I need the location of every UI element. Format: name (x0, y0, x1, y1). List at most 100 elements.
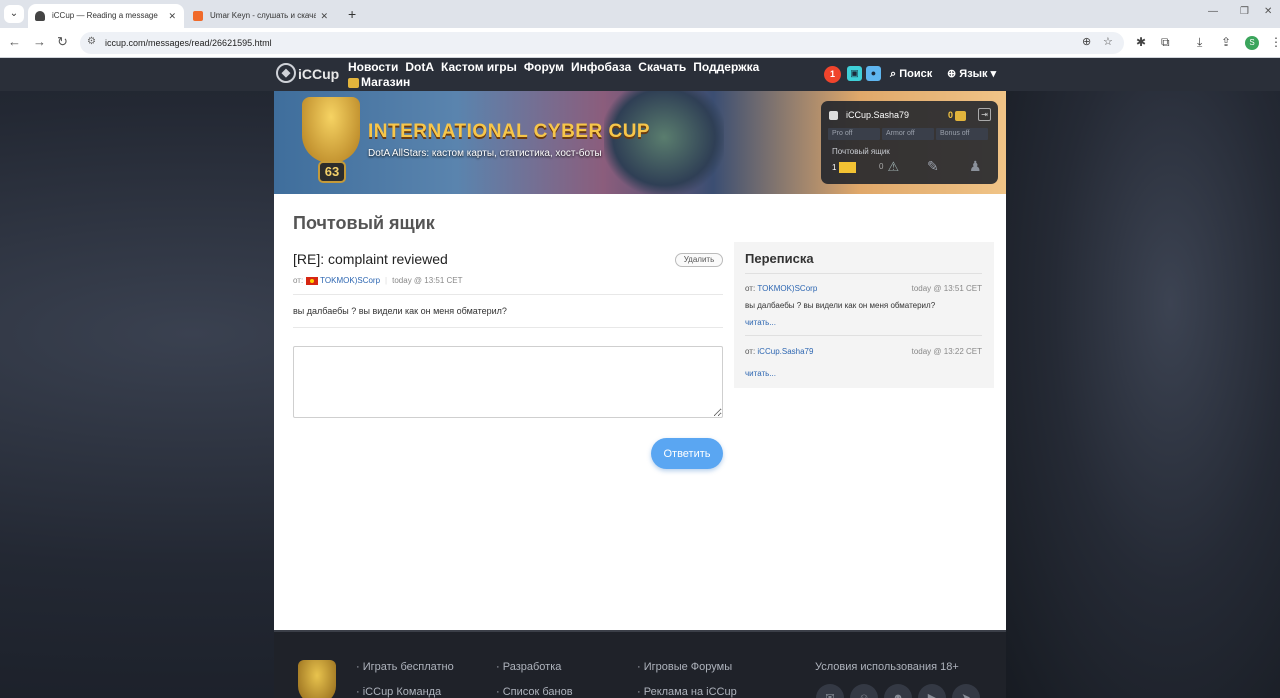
conversation-item: от: TOKMOK)SCorp today @ 13:51 CET вы да… (745, 284, 982, 332)
twitch-icon[interactable]: ▣ (847, 66, 862, 81)
tab-title: Umar Keyn - слушать и скачать (210, 11, 316, 20)
conversation-sidebar: Переписка от: TOKMOK)SCorp today @ 13:51… (734, 242, 994, 388)
user-avatar[interactable] (829, 111, 838, 120)
divider (745, 273, 982, 274)
sender-link[interactable]: TOKMOK)SCorp (320, 276, 380, 285)
footer-link[interactable]: · Список банов (496, 686, 573, 698)
user-name[interactable]: iCCup.Sasha79 (846, 110, 909, 120)
footer-link[interactable]: · iCCup Команда (356, 686, 441, 698)
stat-armor[interactable]: Armor off (882, 128, 934, 140)
footer-trophy-icon (298, 660, 336, 698)
delete-button[interactable]: Удалить (675, 253, 723, 267)
reload-icon[interactable]: ↻ (57, 34, 68, 50)
nav-download[interactable]: Скачать (638, 60, 686, 75)
divider (293, 327, 723, 328)
footer-link[interactable]: · Игровые Форумы (637, 661, 732, 673)
mail-counter[interactable]: 1 (832, 162, 857, 174)
wrench-icon[interactable]: ✎ (927, 158, 939, 175)
site-info-icon[interactable]: ⚙ (87, 36, 96, 47)
message-meta: от: TOKMOK)SCorp | today @ 13:51 CET (293, 276, 463, 285)
reply-textarea[interactable] (293, 346, 723, 418)
nav-news[interactable]: Новости (348, 60, 398, 75)
user-panel: iCCup.Sasha79 0 ⇥ Pro off Armor off Bonu… (821, 101, 998, 184)
minimize-icon[interactable]: — (1208, 6, 1218, 17)
nav-support[interactable]: Поддержка (693, 60, 759, 75)
browser-tab-bar: ⌄ iCCup — Reading a message fr ✕ Umar Ke… (0, 0, 1280, 28)
url-text[interactable]: iccup.com/messages/read/26621595.html (105, 32, 272, 54)
read-link[interactable]: читать... (745, 318, 776, 327)
bookmark-star-icon[interactable]: ☆ (1103, 35, 1113, 48)
puzzle-icon[interactable]: ⧉ (1161, 35, 1170, 50)
trophy-icon (302, 97, 360, 163)
download-icon[interactable]: ⤓ (1197, 35, 1202, 50)
nav-infobase[interactable]: Инфобаза (571, 60, 631, 75)
window-close-icon[interactable]: ✕ (1264, 6, 1272, 17)
sidebar-title: Переписка (745, 251, 814, 266)
reply-button[interactable]: Ответить (651, 438, 723, 469)
close-icon[interactable]: ✕ (168, 4, 176, 28)
read-link[interactable]: читать... (745, 369, 776, 378)
browser-tab-active[interactable]: iCCup — Reading a message fr ✕ (28, 4, 184, 28)
footer-link[interactable]: · Разработка (496, 661, 561, 673)
maximize-icon[interactable]: ❐ (1240, 6, 1249, 17)
omnibox[interactable]: ⚙ iccup.com/messages/read/26621595.html … (80, 32, 1124, 54)
profile-icon[interactable]: ● (866, 66, 881, 81)
person-icon[interactable]: ♟ (969, 158, 982, 175)
mailbox-label[interactable]: Почтовый ящик (832, 147, 890, 156)
vk-icon[interactable]: ✉ (816, 684, 844, 698)
terms-of-use[interactable]: Условия использования 18+ (815, 661, 959, 673)
footer-link[interactable]: · Играть бесплатно (356, 661, 454, 673)
discord-icon[interactable]: ☺ (850, 684, 878, 698)
logout-icon[interactable]: ⇥ (978, 108, 991, 121)
new-tab-icon[interactable]: + (348, 5, 356, 23)
globe-icon: ⊕ (947, 68, 957, 80)
conversation-from: от: TOKMOK)SCorp (745, 284, 818, 293)
address-bar: ← → ↻ ⚙ iccup.com/messages/read/26621595… (0, 28, 1280, 58)
notification-badge[interactable]: 1 (824, 66, 841, 83)
warnings-counter[interactable]: 0 ⚠ (879, 159, 899, 175)
logo-text: iCCup (298, 66, 340, 82)
browser-tab-inactive[interactable]: Umar Keyn - слушать и скачать ✕ (186, 4, 336, 28)
site-nav: ◆ iCCup Новости DotA Кастом игры Форум Инфоб… (0, 58, 1280, 91)
warning-icon: ⚠ (887, 159, 900, 174)
discord-alt-icon[interactable]: ☻ (884, 684, 912, 698)
shop-icon (348, 77, 359, 88)
menu-dots-icon[interactable]: ⋮ (1270, 35, 1280, 49)
chevron-down-icon: ▾ (990, 68, 997, 80)
iccup-favicon-icon (35, 11, 45, 21)
nav-custom[interactable]: Кастом игры (441, 60, 517, 75)
nav-shop[interactable]: Магазин (348, 75, 410, 90)
extension-icon[interactable]: ✱ (1136, 35, 1146, 49)
nav-dota[interactable]: DotA (405, 60, 434, 75)
tab-title: iCCup — Reading a message fr (52, 11, 158, 20)
mail-icon (839, 162, 857, 174)
nav-search[interactable]: ⌕ Поиск (890, 66, 932, 82)
back-icon[interactable]: ← (8, 34, 21, 50)
site-logo[interactable]: ◆ iCCup (276, 63, 339, 85)
footer-link[interactable]: · Реклама на iCCup (637, 686, 737, 698)
gold-balance[interactable]: 0 (948, 110, 967, 121)
share-icon[interactable]: ⇪ (1221, 35, 1231, 49)
nav-shop-label: Магазин (361, 75, 411, 89)
forward-icon[interactable]: → (33, 34, 46, 50)
youtube-icon[interactable]: ▶ (918, 684, 946, 698)
message-body: вы далбаебы ? вы видели как он меня обма… (293, 306, 507, 316)
gold-icon (955, 110, 967, 121)
stat-pro[interactable]: Pro off (828, 128, 880, 140)
tab-search-button[interactable]: ⌄ (4, 5, 24, 23)
stat-bonus[interactable]: Bonus off (936, 128, 988, 140)
background-art-right (1006, 91, 1280, 698)
profile-avatar[interactable]: S (1245, 36, 1259, 50)
flag-icon (306, 276, 319, 285)
zoom-icon[interactable]: ⊕ (1082, 35, 1091, 48)
conversation-from: от: iCCup.Sasha79 (745, 347, 814, 356)
conversation-text: вы далбаебы ? вы видели как он меня обма… (745, 301, 936, 310)
telegram-icon[interactable]: ➤ (952, 684, 980, 698)
page-title: Почтовый ящик (293, 213, 435, 233)
close-icon[interactable]: ✕ (320, 4, 328, 28)
divider (745, 335, 982, 336)
nav-forum[interactable]: Форум (524, 60, 564, 75)
footer: · Играть бесплатно · iCCup Команда · Раз… (274, 630, 1006, 698)
nav-language[interactable]: ⊕ Язык ▾ (947, 66, 996, 82)
banner-title: INTERNATIONAL CYBER CUP (368, 121, 651, 142)
